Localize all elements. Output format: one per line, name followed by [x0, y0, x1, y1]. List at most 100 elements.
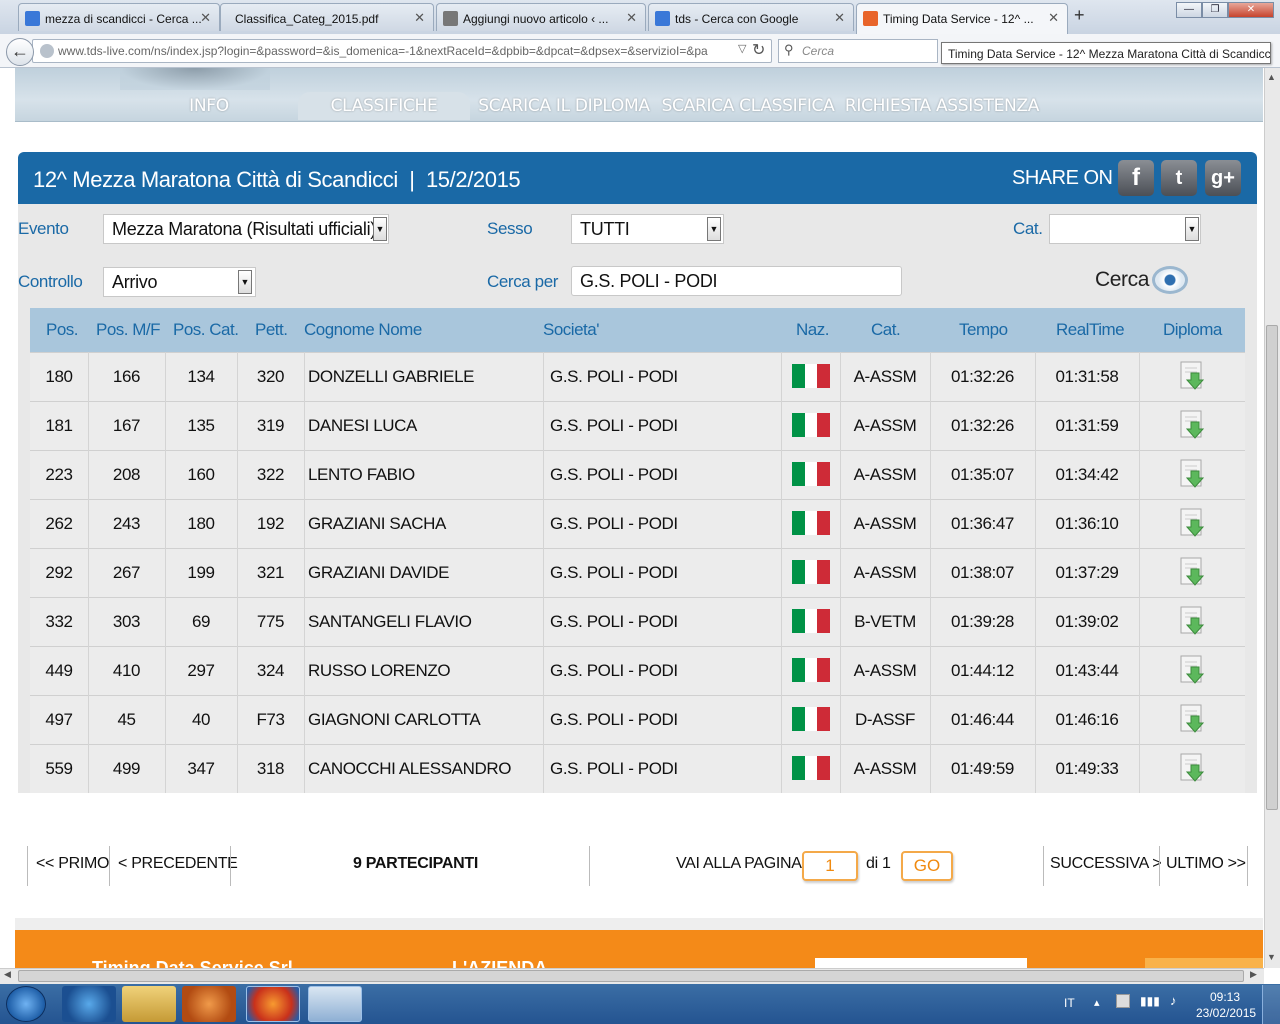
- page-number-input[interactable]: 1: [802, 851, 858, 881]
- browser-tab-3[interactable]: Aggiungi nuovo articolo ‹ ... ✕: [436, 3, 646, 31]
- header-realtime[interactable]: RealTime: [1056, 308, 1125, 352]
- dropdown-arrow-icon[interactable]: ▽: [738, 42, 746, 55]
- url-text[interactable]: www.tds-live.com/ns/index.jsp?login=&pas…: [58, 44, 738, 58]
- column-divider: [1139, 352, 1140, 793]
- cell-pos: 262: [45, 514, 73, 533]
- cell-pos: 332: [45, 612, 73, 631]
- cerca-button-label[interactable]: Cerca: [1095, 268, 1149, 292]
- close-icon[interactable]: ✕: [414, 10, 425, 26]
- controllo-label: Controllo: [18, 272, 83, 291]
- diploma-download-icon[interactable]: [1179, 459, 1205, 489]
- googleplus-icon[interactable]: g+: [1205, 160, 1241, 196]
- go-button[interactable]: GO: [901, 851, 953, 881]
- header-cognome-nome[interactable]: Cognome Nome: [304, 308, 422, 352]
- browser-tab-4[interactable]: tds - Cerca con Google ✕: [648, 3, 854, 31]
- facebook-icon[interactable]: f: [1118, 160, 1154, 196]
- header-diploma[interactable]: Diploma: [1163, 308, 1222, 352]
- windows-start-icon[interactable]: [6, 986, 46, 1022]
- primo-link[interactable]: << PRIMO: [36, 855, 109, 877]
- cell-pos: 497: [45, 710, 73, 729]
- close-icon[interactable]: ✕: [1048, 10, 1059, 26]
- menu-scarica-diploma[interactable]: SCARICA IL DIPLOMA: [474, 92, 654, 120]
- cerca-per-input[interactable]: G.S. POLI - PODI: [571, 266, 902, 296]
- header-pos[interactable]: Pos.: [46, 308, 79, 352]
- cell-cat: A-ASSM: [853, 465, 917, 484]
- header-pos-mf[interactable]: Pos. M/F: [96, 308, 161, 352]
- sesso-label: Sesso: [487, 219, 533, 238]
- cat-select[interactable]: [1049, 214, 1201, 244]
- network-icon[interactable]: ▮▮▮: [1140, 994, 1160, 1008]
- browser-tab-5-active[interactable]: Timing Data Service - 12^ ... ✕: [856, 3, 1068, 34]
- ultimo-link[interactable]: ULTIMO >>: [1166, 855, 1246, 877]
- diploma-download-icon[interactable]: [1179, 753, 1205, 783]
- internet-explorer-icon[interactable]: [62, 986, 116, 1022]
- successiva-link[interactable]: SUCCESSIVA >: [1050, 855, 1162, 877]
- header-cat[interactable]: Cat.: [871, 308, 901, 352]
- header-naz[interactable]: Naz.: [796, 308, 829, 352]
- close-icon[interactable]: ✕: [626, 10, 637, 26]
- diploma-download-icon[interactable]: [1179, 410, 1205, 440]
- maximize-button[interactable]: ❐: [1202, 2, 1228, 18]
- show-desktop-button[interactable]: [1262, 985, 1280, 1024]
- volume-icon[interactable]: ♪: [1170, 993, 1177, 1008]
- vertical-scroll-thumb[interactable]: [1266, 325, 1278, 810]
- language-indicator[interactable]: IT: [1064, 996, 1075, 1010]
- header-societa[interactable]: Societa': [543, 308, 599, 352]
- back-button[interactable]: ←: [6, 38, 34, 66]
- diploma-download-icon[interactable]: [1179, 361, 1205, 391]
- menu-info[interactable]: INFO: [122, 92, 296, 120]
- firefox-icon[interactable]: [246, 986, 300, 1022]
- chevron-down-icon[interactable]: ▼: [373, 217, 387, 241]
- action-center-icon[interactable]: [1116, 994, 1130, 1008]
- chevron-down-icon[interactable]: ▼: [707, 217, 721, 241]
- horizontal-scroll-thumb[interactable]: [18, 970, 1244, 982]
- menu-scarica-classifica[interactable]: SCARICA CLASSIFICA: [658, 92, 838, 120]
- evento-select[interactable]: Mezza Maratona (Risultati ufficiali): [103, 214, 389, 244]
- browser-tab-1[interactable]: mezza di scandicci - Cerca ... ✕: [18, 3, 220, 31]
- menu-richiesta-assistenza[interactable]: RICHIESTA ASSISTENZA: [842, 92, 1042, 120]
- scroll-left-arrow-icon[interactable]: ◀: [4, 969, 11, 980]
- clock-time[interactable]: 09:13: [1210, 990, 1240, 1004]
- header-pos-cat[interactable]: Pos. Cat.: [173, 308, 239, 352]
- scroll-up-arrow-icon[interactable]: ▲: [1267, 72, 1276, 82]
- browser-tab-2[interactable]: Classifica_Categ_2015.pdf ✕: [220, 3, 434, 31]
- chevron-down-icon[interactable]: ▼: [1185, 217, 1199, 241]
- clock-date[interactable]: 23/02/2015: [1196, 1006, 1256, 1020]
- new-tab-button[interactable]: +: [1074, 5, 1085, 26]
- twitter-icon[interactable]: t: [1161, 160, 1197, 196]
- minimize-button[interactable]: —: [1176, 2, 1202, 18]
- close-icon[interactable]: ✕: [200, 10, 211, 26]
- diploma-download-icon[interactable]: [1179, 557, 1205, 587]
- cell-societa: G.S. POLI - PODI: [550, 367, 678, 386]
- tray-chevron-icon[interactable]: ▴: [1094, 996, 1100, 1009]
- tds-icon: [863, 11, 878, 26]
- media-player-icon[interactable]: [182, 986, 236, 1022]
- cell-pett: 775: [256, 612, 285, 631]
- chevron-down-icon[interactable]: ▼: [238, 270, 252, 294]
- diploma-download-icon[interactable]: [1179, 655, 1205, 685]
- header-pett[interactable]: Pett.: [255, 308, 288, 352]
- cell-pos-cat: 180: [187, 514, 215, 533]
- cell-pos: 449: [45, 661, 73, 680]
- eye-icon[interactable]: [1152, 266, 1188, 294]
- diploma-download-icon[interactable]: [1179, 606, 1205, 636]
- sesso-select[interactable]: TUTTI: [571, 214, 724, 244]
- scroll-right-arrow-icon[interactable]: ▶: [1250, 969, 1257, 980]
- reload-icon[interactable]: ↻: [752, 40, 765, 60]
- cell-societa: G.S. POLI - PODI: [550, 710, 678, 729]
- paint-icon[interactable]: [308, 986, 362, 1022]
- cell-realtime: 01:49:33: [1055, 759, 1119, 778]
- file-explorer-icon[interactable]: [122, 986, 176, 1022]
- cell-pett: 192: [256, 514, 285, 533]
- scroll-down-arrow-icon[interactable]: ▼: [1267, 952, 1276, 962]
- pagination-divider: [109, 846, 110, 886]
- close-window-button[interactable]: ✕: [1228, 2, 1274, 18]
- pagination-divider: [1159, 846, 1160, 886]
- header-tempo[interactable]: Tempo: [959, 308, 1008, 352]
- controllo-select[interactable]: Arrivo: [103, 267, 256, 297]
- precedente-link[interactable]: < PRECEDENTE: [118, 855, 238, 877]
- diploma-download-icon[interactable]: [1179, 508, 1205, 538]
- close-icon[interactable]: ✕: [834, 10, 845, 26]
- diploma-download-icon[interactable]: [1179, 704, 1205, 734]
- menu-classifiche[interactable]: CLASSIFICHE: [298, 92, 470, 120]
